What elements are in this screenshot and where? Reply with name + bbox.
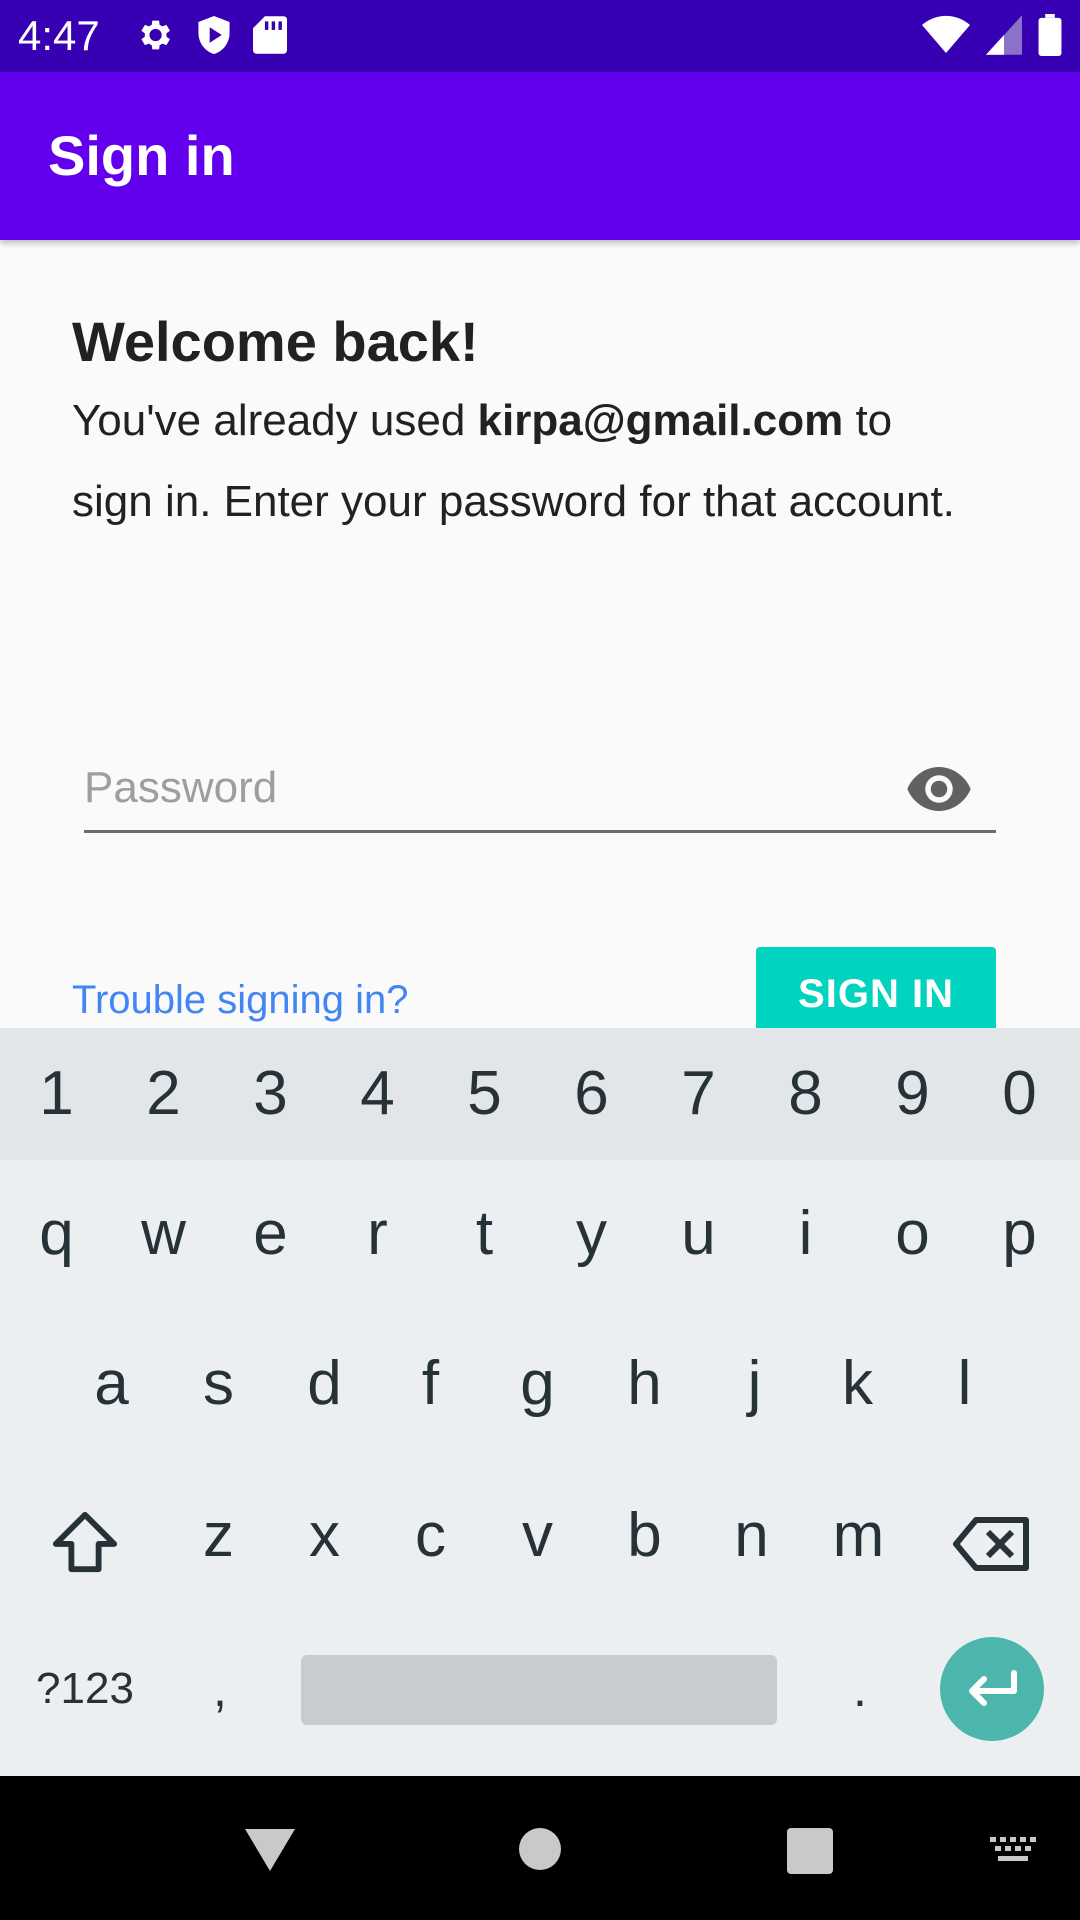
shield-play-icon [198, 16, 230, 54]
key-g[interactable]: g [484, 1348, 591, 1419]
key-u[interactable]: u [645, 1198, 752, 1269]
key-n[interactable]: n [698, 1500, 805, 1571]
key-p[interactable]: p [966, 1198, 1073, 1269]
status-time: 4:47 [18, 12, 100, 59]
status-icons-left [133, 14, 287, 56]
key-e[interactable]: e [217, 1198, 324, 1269]
enter-arrow-icon [969, 1670, 1017, 1706]
sd-card-icon [253, 16, 287, 54]
app-bar: Sign in [0, 72, 1080, 240]
key-8[interactable]: 8 [752, 1058, 859, 1129]
period-key[interactable]: . [830, 1660, 890, 1718]
key-3[interactable]: 3 [217, 1058, 324, 1129]
key-h[interactable]: h [591, 1348, 698, 1419]
key-4[interactable]: 4 [324, 1058, 431, 1129]
key-s[interactable]: s [165, 1348, 272, 1419]
key-9[interactable]: 9 [859, 1058, 966, 1129]
settings-icon [141, 20, 170, 50]
shift-icon[interactable] [50, 1508, 120, 1576]
symbols-key[interactable]: ?123 [30, 1664, 140, 1714]
key-j[interactable]: j [701, 1348, 808, 1419]
key-o[interactable]: o [859, 1198, 966, 1269]
key-d[interactable]: d [271, 1348, 378, 1419]
key-0[interactable]: 0 [966, 1058, 1073, 1129]
key-a[interactable]: a [58, 1348, 165, 1419]
app-bar-title: Sign in [48, 124, 235, 187]
backspace-icon[interactable] [952, 1514, 1032, 1574]
home-icon[interactable] [519, 1828, 561, 1870]
sign-in-button[interactable]: SIGN IN [756, 947, 996, 1028]
key-2[interactable]: 2 [110, 1058, 217, 1129]
key-i[interactable]: i [752, 1198, 859, 1269]
key-c[interactable]: c [377, 1500, 484, 1571]
key-m[interactable]: m [805, 1500, 912, 1571]
key-5[interactable]: 5 [431, 1058, 538, 1129]
welcome-heading: Welcome back! [72, 310, 479, 373]
key-k[interactable]: k [804, 1348, 911, 1419]
key-q[interactable]: q [3, 1198, 110, 1269]
sign-in-content: Welcome back! You've already used kirpa@… [0, 240, 1080, 1028]
keyboard-switch-icon[interactable] [988, 1834, 1038, 1868]
cellular-signal-icon [986, 15, 1022, 55]
key-r[interactable]: r [324, 1198, 431, 1269]
comma-key[interactable]: , [190, 1660, 250, 1718]
password-field [84, 750, 996, 833]
key-x[interactable]: x [271, 1500, 378, 1571]
soft-keyboard: 1 2 3 4 5 6 7 8 9 0 q w e r t y u i o p … [0, 1028, 1080, 1776]
space-bar[interactable] [301, 1655, 777, 1725]
welcome-message: You've already used kirpa@gmail.com to s… [72, 380, 972, 542]
keyboard-number-row: 1 2 3 4 5 6 7 8 9 0 [0, 1028, 1080, 1160]
account-email: kirpa@gmail.com [477, 396, 844, 445]
key-f[interactable]: f [377, 1348, 484, 1419]
wifi-icon [922, 15, 970, 54]
back-icon[interactable] [245, 1829, 295, 1871]
battery-icon [1038, 14, 1062, 56]
key-b[interactable]: b [591, 1500, 698, 1571]
trouble-signing-in-link[interactable]: Trouble signing in? [72, 978, 409, 1023]
key-6[interactable]: 6 [538, 1058, 645, 1129]
status-icons-right [922, 14, 1062, 56]
enter-key[interactable] [940, 1637, 1044, 1741]
recents-icon[interactable] [787, 1828, 833, 1874]
key-y[interactable]: y [538, 1198, 645, 1269]
key-t[interactable]: t [431, 1198, 538, 1269]
status-bar: 4:47 [0, 0, 1080, 72]
system-nav-bar [0, 1776, 1080, 1920]
key-z[interactable]: z [165, 1500, 272, 1571]
key-7[interactable]: 7 [645, 1058, 752, 1129]
message-prefix: You've already used [72, 396, 478, 445]
show-password-icon[interactable] [906, 764, 972, 814]
key-l[interactable]: l [911, 1348, 1018, 1419]
password-input[interactable] [84, 750, 864, 826]
key-w[interactable]: w [110, 1198, 217, 1269]
key-v[interactable]: v [484, 1500, 591, 1571]
key-1[interactable]: 1 [3, 1058, 110, 1129]
